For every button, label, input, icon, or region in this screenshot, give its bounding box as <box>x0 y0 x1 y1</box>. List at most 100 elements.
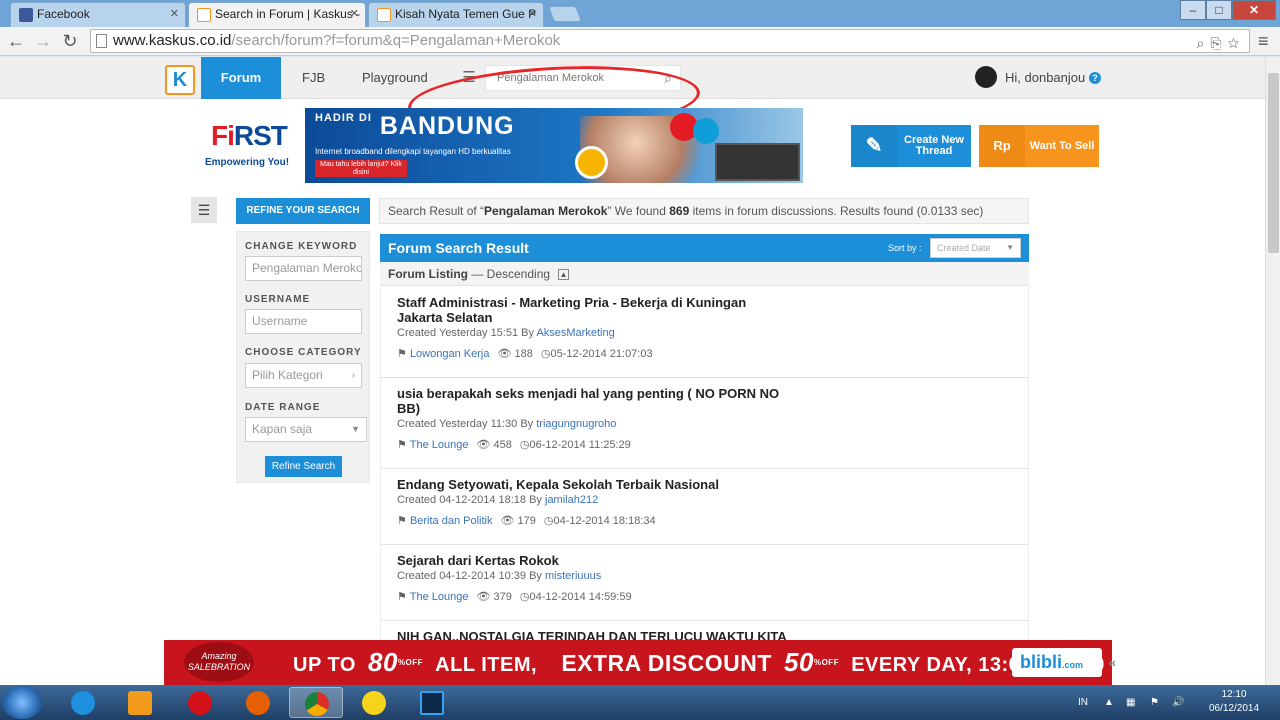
new-tab-button[interactable] <box>548 6 582 22</box>
address-bar[interactable]: www.kaskus.co.id/search/forum?f=forum&q=… <box>90 29 1250 53</box>
want-to-sell-button[interactable]: Rp Want To Sell <box>979 125 1099 167</box>
clock-icon: ◷ <box>519 439 530 451</box>
taskbar-yahoo[interactable] <box>347 687 401 718</box>
nav-fjb[interactable]: FJB <box>302 57 325 99</box>
tab-facebook[interactable]: Facebook ✕ <box>10 2 186 27</box>
maximize-button[interactable]: □ <box>1206 0 1232 20</box>
sort-select[interactable]: Created Date ▼ <box>930 238 1021 258</box>
start-button[interactable] <box>2 686 42 719</box>
firstmedia-logo[interactable]: FiRST Empowering You! <box>191 108 305 183</box>
user-greeting[interactable]: Hi, donbanjou <box>1005 57 1085 99</box>
username-input[interactable]: Username <box>245 309 362 334</box>
eye-icon: 👁 <box>476 439 491 451</box>
windows-taskbar: IN ▲ ▦ ⚑ 🔊 12:10 06/12/2014 <box>0 685 1280 720</box>
result-author[interactable]: AksesMarketing <box>536 327 614 339</box>
magnifier-icon[interactable]: ⌕ <box>1197 35 1211 51</box>
result-title[interactable]: Endang Setyowati, Kepala Sekolah Terbaik… <box>397 477 787 492</box>
tab-kisah-nyata[interactable]: Kisah Nyata Temen Gue P ✕ <box>368 2 544 27</box>
back-arrow-icon[interactable]: ← <box>5 30 27 52</box>
result-item[interactable]: Sejarah dari Kertas Rokok Created 04-12-… <box>380 545 1029 621</box>
result-category[interactable]: The Lounge <box>410 591 469 603</box>
blibli-logo: blibli.com « <box>1012 648 1116 677</box>
date-range-select[interactable]: Kapan saja ▼ <box>245 417 367 442</box>
create-thread-button[interactable]: ✎ Create New Thread <box>851 125 971 167</box>
minimize-button[interactable]: – <box>1180 0 1206 20</box>
scrollbar-thumb[interactable] <box>1268 73 1279 253</box>
nav-playground[interactable]: Playground <box>362 57 428 99</box>
tray-expand-icon[interactable]: ▲ <box>1104 685 1114 720</box>
result-stats: ⚑ The Lounge 👁 458 ◷06-12-2014 11:25:29 <box>397 439 631 451</box>
banner-cta[interactable]: Mau tahu lebih lanjut? Klik disini <box>315 160 407 177</box>
tag-icon: ⚑ <box>397 439 407 451</box>
sidebar-toggle-icon[interactable]: ☰ <box>191 197 217 223</box>
kaskus-favicon-icon <box>197 8 211 22</box>
want-to-sell-label: Want To Sell <box>1029 139 1095 152</box>
result-category[interactable]: Lowongan Kerja <box>410 348 490 360</box>
refine-search-tab[interactable]: REFINE YOUR SEARCH <box>236 198 370 224</box>
result-item[interactable]: Endang Setyowati, Kepala Sekolah Terbaik… <box>380 469 1029 545</box>
system-clock[interactable]: 12:10 06/12/2014 <box>1196 688 1272 716</box>
page-scrollbar[interactable] <box>1265 57 1280 685</box>
chevron-down-icon: ▼ <box>351 424 360 434</box>
taskbar-opera[interactable] <box>173 687 227 718</box>
result-summary: Search Result of “Pengalaman Merokok” We… <box>379 198 1029 224</box>
result-meta: Created Yesterday 15:51 By AksesMarketin… <box>397 327 615 339</box>
tag-icon: ⚑ <box>397 348 407 360</box>
browser-tab-strip: Facebook ✕ Search in Forum | Kaskus - ✕ … <box>0 0 1280 27</box>
url-path: /search/forum?f=forum&q=Pengalaman+Merok… <box>231 32 561 49</box>
star-icon[interactable]: ☆ <box>1228 35 1245 51</box>
language-indicator[interactable]: IN <box>1078 685 1088 720</box>
result-item[interactable]: Staff Administrasi - Marketing Pria - Be… <box>380 287 1029 378</box>
refine-sidebar: CHANGE KEYWORD Pengalaman Merokok USERNA… <box>236 231 370 483</box>
date-range-label: DATE RANGE <box>245 402 321 413</box>
result-author[interactable]: jamilah212 <box>545 494 598 506</box>
result-author[interactable]: triagungnugroho <box>536 418 616 430</box>
change-keyword-label: CHANGE KEYWORD <box>245 241 358 252</box>
avatar[interactable] <box>975 66 997 88</box>
taskbar-ie[interactable] <box>56 687 110 718</box>
nav-forum[interactable]: Forum <box>201 57 281 99</box>
chrome-menu-icon[interactable]: ≡ <box>1258 31 1276 51</box>
result-item[interactable]: usia berapakah seks menjadi hal yang pen… <box>380 378 1029 469</box>
collapse-icon[interactable]: ▲ <box>558 269 570 281</box>
result-title[interactable]: Staff Administrasi - Marketing Pria - Be… <box>397 295 787 325</box>
tab-search-forum[interactable]: Search in Forum | Kaskus - ✕ <box>188 2 366 27</box>
result-category[interactable]: The Lounge <box>410 439 469 451</box>
result-meta: Created 04-12-2014 18:18 By jamilah212 <box>397 494 599 506</box>
forward-arrow-icon[interactable]: → <box>32 30 54 52</box>
firstmedia-brand: FiRST <box>211 120 288 151</box>
keyword-input[interactable]: Pengalaman Merokok <box>245 256 362 281</box>
translate-icon[interactable]: ⎘ <box>1210 35 1227 51</box>
category-select[interactable]: Pilih Kategori › <box>245 363 362 388</box>
ad-banner[interactable]: HADIR DI BANDUNG Internet broadband dile… <box>305 108 803 183</box>
banner-tv-image <box>715 143 800 181</box>
omnibox-icons[interactable]: ⌕⎘☆ <box>1197 32 1245 54</box>
banner-badge <box>693 118 719 144</box>
url-host: www.kaskus.co.id <box>113 32 232 49</box>
result-title[interactable]: Sejarah dari Kertas Rokok <box>397 553 787 568</box>
sort-by-label: Sort by : <box>888 243 922 253</box>
taskbar-photoshop[interactable] <box>405 687 459 718</box>
taskbar-media-player[interactable] <box>113 687 167 718</box>
close-tab-icon[interactable]: ✕ <box>528 3 537 26</box>
bottom-ad-banner[interactable]: Amazing SALEBRATION UP TO 80%OFF ALL ITE… <box>164 640 1116 685</box>
action-center-icon[interactable]: ⚑ <box>1150 685 1159 720</box>
close-window-button[interactable]: ✕ <box>1232 0 1276 20</box>
result-author[interactable]: misteriuuus <box>545 570 601 582</box>
taskbar-chrome[interactable] <box>289 687 343 718</box>
network-icon[interactable]: ▦ <box>1126 685 1135 720</box>
close-tab-icon[interactable]: ✕ <box>170 3 179 26</box>
volume-icon[interactable]: 🔊 <box>1172 685 1184 720</box>
help-icon[interactable]: ? <box>1089 72 1101 84</box>
refine-search-button[interactable]: Refine Search <box>265 456 342 477</box>
taskbar-firefox[interactable] <box>231 687 285 718</box>
result-stats: ⚑ Lowongan Kerja 👁 188 ◷05-12-2014 21:07:0… <box>397 348 653 360</box>
category-label: CHOOSE CATEGORY <box>245 347 362 358</box>
result-category[interactable]: Berita dan Politik <box>410 515 493 527</box>
reload-icon[interactable]: ↻ <box>59 30 81 52</box>
result-title[interactable]: usia berapakah seks menjadi hal yang pen… <box>397 386 787 416</box>
close-tab-icon[interactable]: ✕ <box>350 3 359 26</box>
kaskus-logo[interactable]: K <box>165 65 195 95</box>
collapse-ad-icon[interactable]: « <box>1109 648 1116 677</box>
page-viewport: K Forum FJB Playground ☰ Pengalaman Mero… <box>0 57 1265 685</box>
